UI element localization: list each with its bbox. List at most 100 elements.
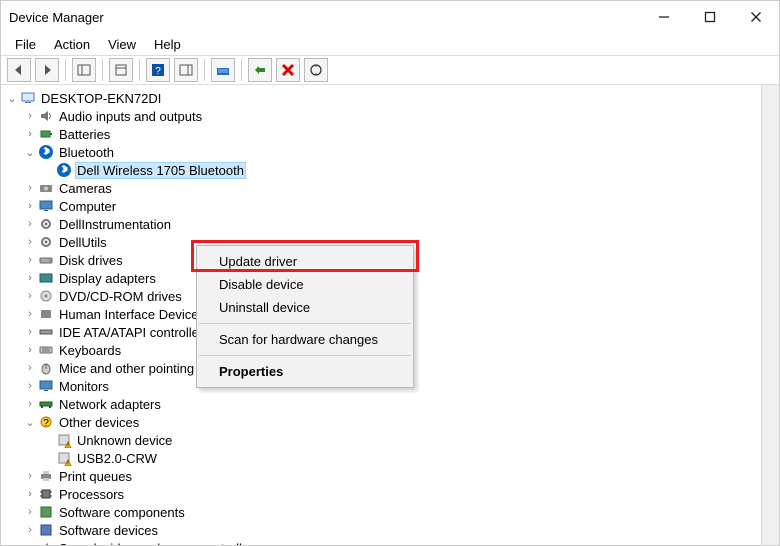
toolbar-separator: [102, 59, 103, 81]
tree-item-bluetooth-device[interactable]: › Dell Wireless 1705 Bluetooth: [3, 161, 761, 179]
chevron-right-icon[interactable]: ›: [23, 397, 37, 411]
node-label: Print queues: [57, 469, 134, 484]
tree-item-soundvideo[interactable]: › Sound, video and game controllers: [3, 539, 761, 545]
node-label-selected: Dell Wireless 1705 Bluetooth: [75, 162, 246, 179]
chevron-right-icon[interactable]: ›: [23, 271, 37, 285]
node-label: DESKTOP-EKN72DI: [39, 91, 163, 106]
node-label: Cameras: [57, 181, 114, 196]
context-menu: Update driver Disable device Uninstall d…: [196, 245, 414, 388]
chevron-right-icon[interactable]: ›: [23, 361, 37, 375]
show-hide-tree-button[interactable]: [72, 58, 96, 82]
svg-text:?: ?: [155, 66, 161, 77]
audio-icon: [37, 108, 55, 124]
node-label: Bluetooth: [57, 145, 116, 160]
menu-view[interactable]: View: [100, 35, 144, 54]
mouse-icon: [37, 360, 55, 376]
chevron-right-icon[interactable]: ›: [23, 541, 37, 545]
ide-icon: [37, 324, 55, 340]
tree-item-swcomp[interactable]: › Software components: [3, 503, 761, 521]
chevron-right-icon[interactable]: ›: [23, 523, 37, 537]
node-label: Display adapters: [57, 271, 158, 286]
chevron-right-icon[interactable]: ›: [23, 343, 37, 357]
ctx-uninstall-device[interactable]: Uninstall device: [197, 296, 413, 319]
node-label: Computer: [57, 199, 118, 214]
chevron-right-icon[interactable]: ›: [23, 487, 37, 501]
tree-item-batteries[interactable]: › Batteries: [3, 125, 761, 143]
chevron-right-icon[interactable]: ›: [23, 469, 37, 483]
toolbar-separator: [65, 59, 66, 81]
forward-button[interactable]: [35, 58, 59, 82]
camera-icon: [37, 180, 55, 196]
tree-item-unknown-device[interactable]: › ! Unknown device: [3, 431, 761, 449]
chevron-right-icon[interactable]: ›: [23, 307, 37, 321]
node-label: USB2.0-CRW: [75, 451, 159, 466]
vertical-scrollbar[interactable]: [761, 85, 779, 545]
uninstall-device-button[interactable]: [276, 58, 300, 82]
node-label: Keyboards: [57, 343, 123, 358]
tree-item-computer[interactable]: › Computer: [3, 197, 761, 215]
dvd-icon: [37, 288, 55, 304]
node-label: Audio inputs and outputs: [57, 109, 204, 124]
tree-item-dellinstr[interactable]: › DellInstrumentation: [3, 215, 761, 233]
cpu-icon: [37, 486, 55, 502]
tree-item-cameras[interactable]: › Cameras: [3, 179, 761, 197]
maximize-button[interactable]: [687, 1, 733, 33]
chevron-right-icon[interactable]: ›: [23, 505, 37, 519]
hid-icon: [37, 306, 55, 322]
chevron-down-icon[interactable]: ⌄: [5, 91, 19, 105]
display-adapter-icon: [37, 270, 55, 286]
battery-icon: [37, 126, 55, 142]
chevron-right-icon[interactable]: ›: [23, 217, 37, 231]
disk-icon: [37, 252, 55, 268]
tree-root[interactable]: ⌄ DESKTOP-EKN72DI: [3, 89, 761, 107]
tree-item-other[interactable]: ⌄ ? Other devices: [3, 413, 761, 431]
svg-text:?: ?: [43, 418, 49, 429]
menu-file[interactable]: File: [7, 35, 44, 54]
ctx-scan-hardware[interactable]: Scan for hardware changes: [197, 328, 413, 351]
menu-help[interactable]: Help: [146, 35, 189, 54]
ctx-disable-device[interactable]: Disable device: [197, 273, 413, 296]
node-label: DellUtils: [57, 235, 109, 250]
ctx-update-driver[interactable]: Update driver: [197, 250, 413, 273]
tree-item-bluetooth[interactable]: ⌄ Bluetooth: [3, 143, 761, 161]
monitor-icon: [37, 198, 55, 214]
node-label: IDE ATA/ATAPI controllers: [57, 325, 212, 340]
software-device-icon: [37, 522, 55, 538]
chevron-right-icon[interactable]: ›: [23, 289, 37, 303]
chevron-right-icon[interactable]: ›: [23, 235, 37, 249]
enable-device-button[interactable]: [248, 58, 272, 82]
node-label: DellInstrumentation: [57, 217, 173, 232]
properties-button[interactable]: [109, 58, 133, 82]
tree-item-printqueues[interactable]: › Print queues: [3, 467, 761, 485]
tree-item-swdev[interactable]: › Software devices: [3, 521, 761, 539]
tree-item-processors[interactable]: › Processors: [3, 485, 761, 503]
chevron-right-icon[interactable]: ›: [23, 379, 37, 393]
node-label: DVD/CD-ROM drives: [57, 289, 184, 304]
chevron-down-icon[interactable]: ⌄: [23, 145, 37, 159]
chevron-down-icon[interactable]: ⌄: [23, 415, 37, 429]
node-label: Unknown device: [75, 433, 174, 448]
monitor-icon: [37, 378, 55, 394]
update-driver-button[interactable]: [211, 58, 235, 82]
ctx-properties[interactable]: Properties: [197, 360, 413, 383]
minimize-button[interactable]: [641, 1, 687, 33]
chevron-right-icon[interactable]: ›: [23, 109, 37, 123]
chevron-right-icon[interactable]: ›: [23, 325, 37, 339]
chevron-right-icon[interactable]: ›: [23, 127, 37, 141]
close-button[interactable]: [733, 1, 779, 33]
chevron-right-icon[interactable]: ›: [23, 181, 37, 195]
back-button[interactable]: [7, 58, 31, 82]
chevron-right-icon[interactable]: ›: [23, 253, 37, 267]
scan-hardware-button[interactable]: [304, 58, 328, 82]
action-pane-button[interactable]: [174, 58, 198, 82]
menu-action[interactable]: Action: [46, 35, 98, 54]
node-label: Human Interface Devices: [57, 307, 207, 322]
node-label: Sound, video and game controllers: [57, 541, 262, 546]
chevron-right-icon[interactable]: ›: [23, 199, 37, 213]
help-button[interactable]: ?: [146, 58, 170, 82]
tree-item-audio[interactable]: › Audio inputs and outputs: [3, 107, 761, 125]
warning-device-icon: !: [55, 450, 73, 466]
title-bar: Device Manager: [1, 1, 779, 33]
tree-item-network[interactable]: › Network adapters: [3, 395, 761, 413]
tree-item-usb-crw[interactable]: › ! USB2.0-CRW: [3, 449, 761, 467]
